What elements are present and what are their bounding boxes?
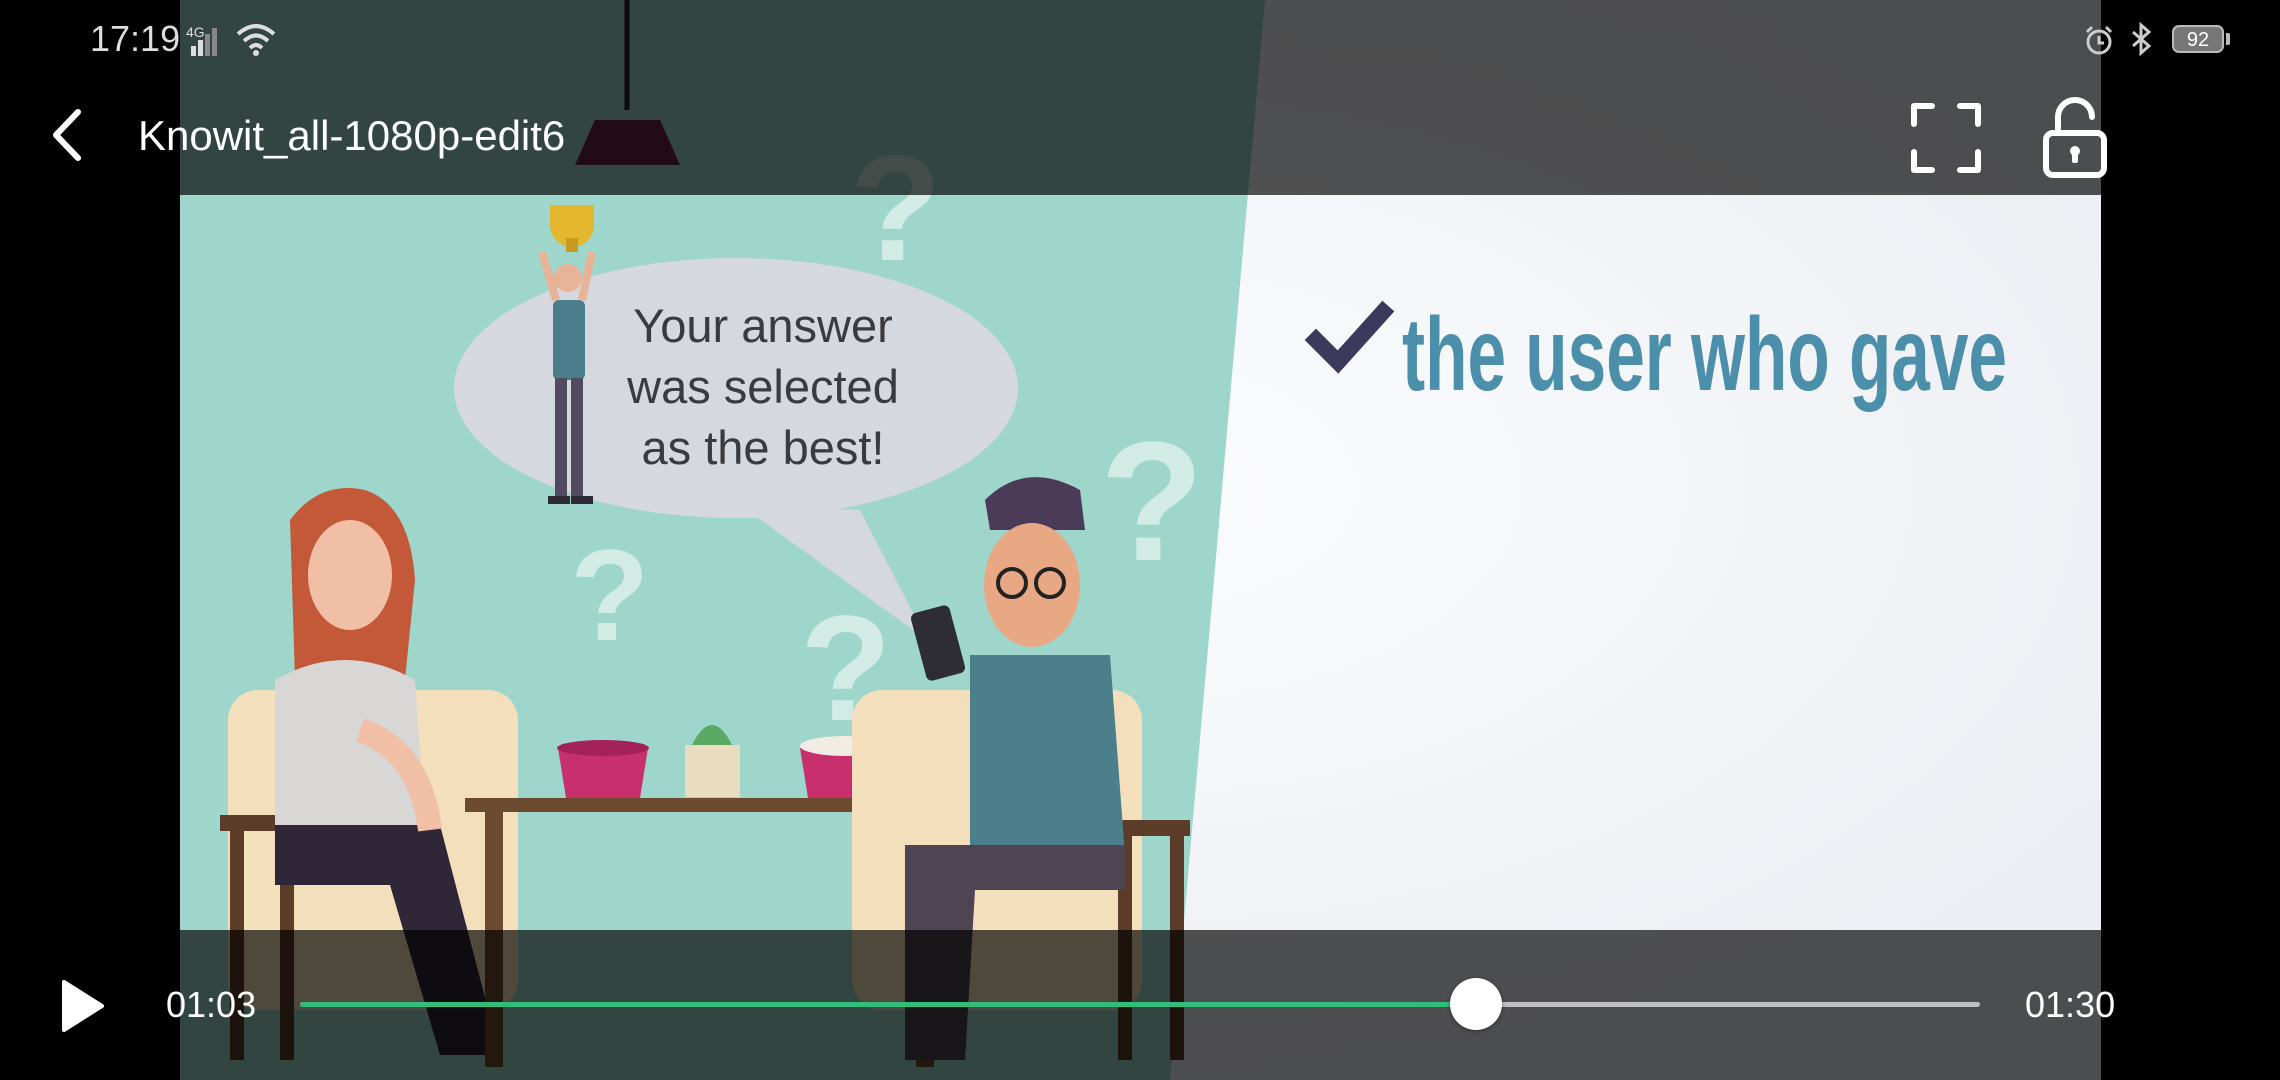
- bluetooth-icon: [2132, 22, 2152, 56]
- seek-progress: [300, 1002, 1476, 1007]
- fullscreen-button[interactable]: [1908, 100, 1984, 176]
- svg-text:?: ?: [570, 522, 649, 668]
- battery-level: 92: [2186, 29, 2210, 51]
- fullscreen-icon: [1911, 103, 1981, 173]
- current-time: 01:03: [166, 984, 257, 1025]
- status-time: 17:19: [90, 18, 181, 59]
- headline: the user who gave: [1304, 297, 2007, 413]
- top-control-bar: Knowit_all-1080p-edit6: [0, 80, 2280, 195]
- lock-button[interactable]: [2040, 95, 2110, 180]
- video-player-screen: ? ? ? ? the user who gave Your answer wa…: [0, 0, 2280, 1080]
- speech-bubble-text: Your answer was selected as the best!: [598, 295, 928, 478]
- video-title: Knowit_all-1080p-edit6: [138, 112, 566, 159]
- seek-thumb[interactable]: [1450, 978, 1502, 1030]
- speech-line-2: was selected: [627, 360, 899, 413]
- svg-text:?: ?: [1100, 407, 1204, 597]
- battery-tip: [2226, 33, 2230, 45]
- alarm-icon: [2085, 25, 2113, 55]
- play-icon: [62, 980, 104, 1032]
- bottom-control-bar: 01:03 01:30: [0, 930, 2280, 1080]
- signal-icon: [191, 28, 217, 56]
- wifi-icon: [236, 24, 276, 56]
- back-button[interactable]: [40, 100, 100, 170]
- total-time: 01:30: [2025, 984, 2116, 1025]
- unlock-icon: [2043, 97, 2107, 178]
- speech-line-1: Your answer: [633, 299, 893, 352]
- headline-text: the user who gave: [1402, 297, 2007, 413]
- status-bar: 17:19 4G 92: [0, 0, 2280, 80]
- battery-icon: 92: [2172, 25, 2224, 53]
- back-arrow-icon: [53, 109, 81, 161]
- seek-bar[interactable]: [300, 978, 1980, 1030]
- play-button[interactable]: [58, 978, 108, 1034]
- speech-line-3: as the best!: [641, 421, 885, 474]
